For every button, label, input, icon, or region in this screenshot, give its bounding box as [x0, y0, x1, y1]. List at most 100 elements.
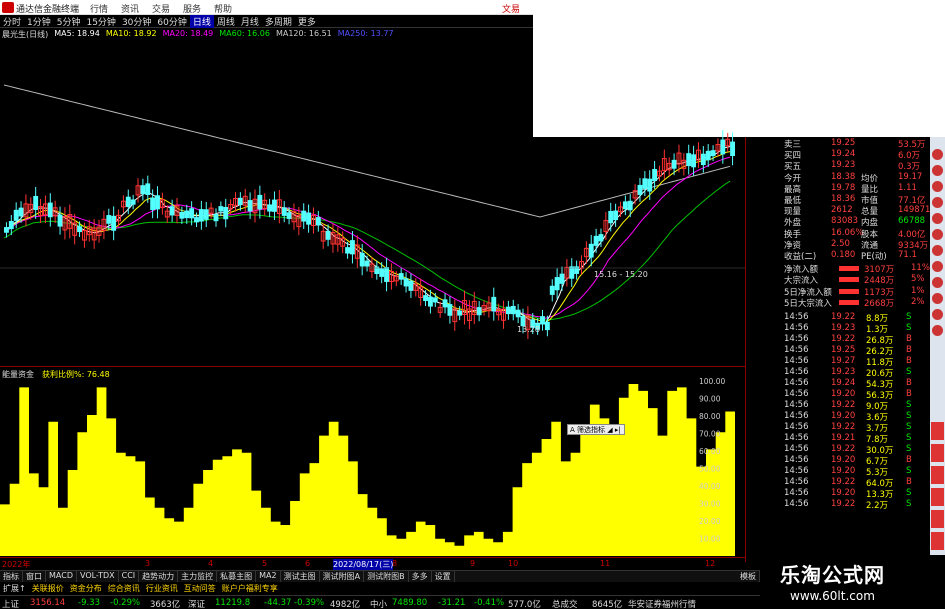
candle-body [730, 141, 735, 157]
sidebar-icon[interactable] [932, 309, 943, 320]
indicator-tab[interactable]: 主力监控 [178, 571, 218, 582]
stock-name: 晨光生(日线) [2, 30, 49, 39]
sidebar-tab[interactable] [931, 532, 944, 550]
indicator-tab[interactable]: 指标 [0, 571, 23, 582]
date-label: 10 [508, 559, 519, 568]
date-axis: 2022年3456782022/08/17(三)9101112 [0, 557, 745, 570]
period-button[interactable]: 60分钟 [154, 15, 189, 28]
status-item: 11219.8 [215, 598, 251, 608]
quote-label2: 均价 [861, 173, 879, 184]
period-button[interactable]: 1分钟 [24, 15, 54, 28]
date-label: 3 [145, 559, 151, 568]
template-tab[interactable]: 模板 [737, 571, 760, 582]
period-button[interactable]: 周线 [214, 15, 238, 28]
candle-body [140, 185, 146, 195]
indicator-tab[interactable]: 测试附图A [320, 571, 365, 582]
indicator-chart[interactable]: 100.00 90.00 80.00 70.00 60.00 50.00 40.00 30.0… [0, 378, 745, 556]
flow-value: 3107万 [864, 265, 895, 276]
candle-body [247, 200, 253, 212]
menu-item[interactable]: 交易 [152, 2, 183, 15]
indicator-tab[interactable]: 私募主图 [217, 571, 257, 582]
tick-direction: B [906, 455, 912, 465]
info-tab[interactable]: 综合资讯 [105, 583, 143, 594]
menu-item[interactable]: 行情 [90, 2, 121, 15]
quote-value: 19.78 [831, 182, 856, 193]
tick-direction: S [906, 422, 912, 432]
period-button[interactable]: 更多 [295, 15, 319, 28]
tick-time: 14:56 [784, 466, 809, 476]
tick-direction: B [906, 378, 912, 388]
period-button[interactable]: 30分钟 [119, 15, 154, 28]
indicator-tab[interactable]: 多多 [409, 571, 432, 582]
indicator-popup[interactable]: A 筛选指标 ◢ ▸| [567, 424, 625, 435]
quote-row: 收益(二) 0.180 PE(动) 71.1 [746, 250, 930, 262]
sidebar-icon[interactable] [932, 181, 943, 192]
info-tab[interactable]: 关联报价 [29, 583, 67, 594]
indicator-tab[interactable]: 测试主图 [281, 571, 320, 582]
menu-item[interactable]: 帮助 [214, 2, 245, 15]
info-tab[interactable]: 互动问答 [181, 583, 219, 594]
quote-row: 净资 2.50 流通 9334万 [746, 239, 930, 251]
period-button[interactable]: 多周期 [262, 15, 295, 28]
sidebar-tab[interactable] [931, 510, 944, 528]
info-tab[interactable]: 扩展↑ [0, 583, 29, 594]
quote-num: 0.3万 [898, 162, 921, 173]
period-button[interactable]: 日线 [189, 14, 214, 28]
watermark-url: www.60lt.com [790, 589, 875, 603]
indicator-tab[interactable]: 趋势动力 [139, 571, 179, 582]
tick-price: 19.22 [831, 422, 856, 432]
sidebar-tab[interactable] [931, 422, 944, 440]
indicator-tab[interactable]: 测试附图B [364, 571, 409, 582]
tick-direction: S [906, 323, 912, 333]
menu-item[interactable]: 资讯 [121, 2, 152, 15]
status-item: 深证 [188, 600, 206, 610]
sidebar-icon[interactable] [932, 325, 943, 336]
candle-body [642, 178, 648, 189]
period-button[interactable]: 5分钟 [54, 15, 84, 28]
sidebar-icon[interactable] [932, 261, 943, 272]
sidebar-tab[interactable] [931, 466, 944, 484]
indicator-tab[interactable]: MA2 [256, 571, 281, 582]
menu-item[interactable]: 服务 [183, 2, 214, 15]
indicator-tabs: 指标 窗口 MACD VOL-TDX CCI 趋势动力 主力监控 私募主图 MA2 测试主图 测试附… [0, 570, 760, 582]
candle-body [627, 200, 633, 211]
kline-chart[interactable]: 15.16 - 15.2013.2814:41 [0, 40, 745, 365]
sidebar-icon[interactable] [932, 197, 943, 208]
candle-body [457, 310, 463, 316]
period-button[interactable]: 分时 [0, 15, 24, 28]
sidebar-icon[interactable] [932, 213, 943, 224]
sidebar-icon[interactable] [932, 229, 943, 240]
candle-body [33, 195, 39, 210]
sidebar-tab[interactable] [931, 444, 944, 462]
period-button[interactable]: 月线 [238, 15, 262, 28]
candle-body [637, 184, 643, 195]
candle-body [13, 209, 19, 221]
sidebar-icon[interactable] [932, 277, 943, 288]
candle-body [130, 199, 136, 205]
quote-value: 2612 [831, 205, 853, 216]
title-right[interactable]: 文易 [502, 2, 520, 15]
indicator-tab[interactable]: VOL-TDX [77, 571, 119, 582]
indicator-tab[interactable]: MACD [46, 571, 77, 582]
sidebar-icon[interactable] [932, 165, 943, 176]
indicator-tab[interactable]: 窗口 [23, 571, 46, 582]
quote-num: 71.1 [898, 250, 917, 260]
quote-label2: 市值 [861, 196, 879, 206]
tick-row: 14:56 19.22 26.8万 B [746, 334, 930, 346]
sidebar-tab[interactable] [931, 488, 944, 506]
indicator-tab[interactable]: 设置 [432, 571, 455, 582]
info-tab[interactable]: 账户户福利专享 [219, 583, 281, 594]
candle-body [315, 217, 321, 226]
tick-row: 14:56 19.20 3.6万 S [746, 411, 930, 423]
period-button[interactable]: 15分钟 [83, 15, 118, 28]
info-tab[interactable]: 行业资讯 [143, 583, 181, 594]
tick-price: 19.21 [831, 433, 856, 443]
sidebar-icon[interactable] [932, 149, 943, 160]
indicator-tab[interactable]: CCI [119, 571, 140, 582]
ma10-value: MA10: 18.92 [105, 29, 157, 38]
date-label: 6 [305, 559, 311, 568]
sidebar-icon[interactable] [932, 293, 943, 304]
sidebar-icon[interactable] [932, 245, 943, 256]
status-item: 7489.80 [392, 598, 428, 608]
info-tab[interactable]: 资金分布 [67, 583, 105, 594]
